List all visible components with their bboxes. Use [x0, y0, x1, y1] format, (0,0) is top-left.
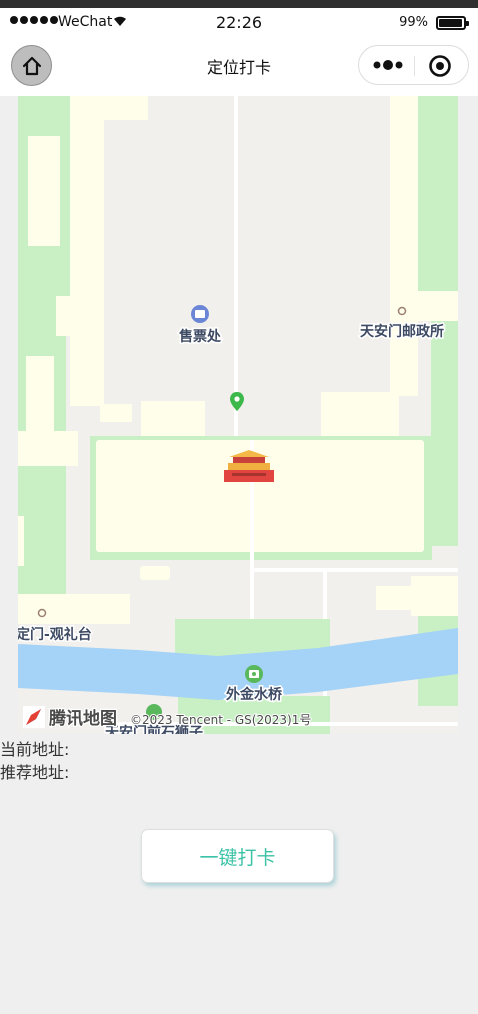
recommended-address-label: 推荐地址: [0, 763, 70, 782]
battery-icon [436, 16, 469, 30]
status-bar: WeChat 22:26 99% [0, 8, 478, 38]
observation-label: 定门-观礼台 [18, 626, 92, 643]
bridge-label: 外金水桥 [226, 686, 283, 703]
map-brand-text: 腾讯地图 [49, 708, 117, 729]
target-circle-icon [429, 55, 451, 77]
capsule-divider [414, 56, 415, 76]
more-dots-icon [373, 60, 403, 70]
one-click-checkin-button[interactable]: 一键打卡 [141, 829, 334, 883]
post-office-label: 天安门邮政所 [360, 323, 444, 340]
top-strip [0, 0, 478, 8]
close-button[interactable] [428, 54, 452, 78]
mini-program-capsule [358, 45, 469, 85]
current-address-label: 当前地址: [0, 740, 70, 759]
park-area [418, 96, 458, 296]
more-button[interactable] [372, 57, 406, 73]
map-brand-logo [23, 706, 45, 728]
map-copyright: ©2023 Tencent - GS(2023)1号 [130, 713, 311, 727]
battery-percentage: 99% [399, 15, 428, 30]
ticket-office-label: 售票处 [178, 328, 222, 345]
navigation-bar: 定位打卡 [0, 38, 478, 96]
map-view[interactable]: 售票处 天安门邮政所 定门-观礼台 外金水桥 天安门前石狮子 腾讯地图 ©202… [18, 96, 458, 734]
